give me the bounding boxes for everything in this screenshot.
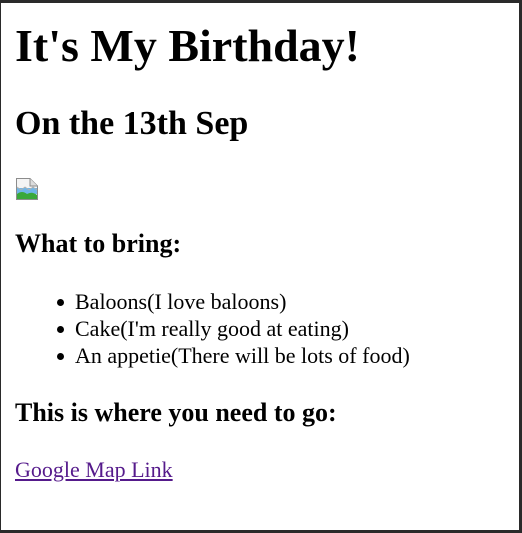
what-to-bring-heading: What to bring: [15,229,182,258]
bullet-icon [57,326,64,333]
list-item: Baloons(I love baloons) [57,288,410,315]
bring-list: Baloons(I love baloons) Cake(I'm really … [57,288,410,369]
list-item: An appetie(There will be lots of food) [57,342,410,369]
bullet-icon [57,299,64,306]
date-heading: On the 13th Sep [15,105,249,142]
list-item-label: An appetie(There will be lots of food) [75,343,410,368]
google-map-link[interactable]: Google Map Link [15,456,173,484]
list-item-label: Baloons(I love baloons) [75,289,287,314]
list-item: Cake(I'm really good at eating) [57,315,410,342]
page-title: It's My Birthday! [15,20,360,71]
browser-viewport: It's My Birthday! On the 13th Sep What t… [0,0,522,533]
location-heading: This is where you need to go: [15,398,337,427]
list-item-label: Cake(I'm really good at eating) [75,316,349,341]
broken-image-icon [15,177,39,201]
bullet-icon [57,353,64,360]
